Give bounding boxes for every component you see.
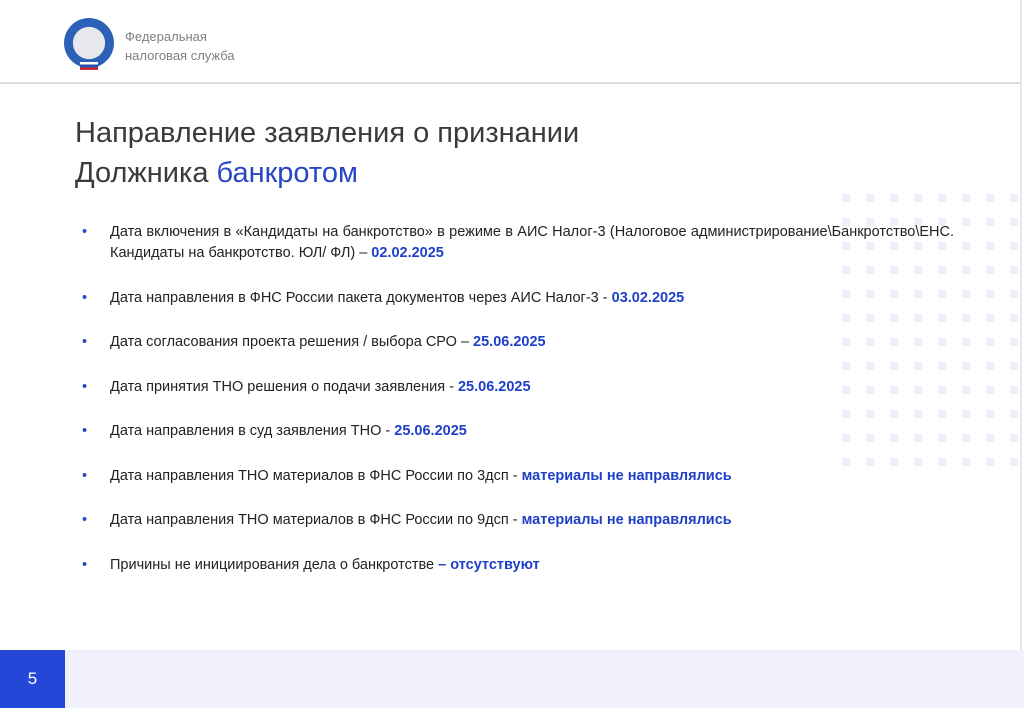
- decorative-dot: [842, 194, 850, 202]
- list-item: Дата принятия ТНО решения о подачи заявл…: [82, 377, 954, 398]
- list-item: Дата направления в суд заявления ТНО - 2…: [82, 421, 954, 442]
- decorative-dot: [1010, 314, 1018, 322]
- decorative-dot: [986, 386, 994, 394]
- decorative-dot: [1010, 290, 1018, 298]
- header: Федеральная налоговая служба: [0, 0, 1020, 84]
- item-value: 25.06.2025: [473, 334, 546, 350]
- decorative-dot: [986, 242, 994, 250]
- item-value: 25.06.2025: [457, 378, 531, 395]
- decorative-dot: [1010, 338, 1018, 346]
- item-value: 02.02.2025: [371, 245, 444, 261]
- decorative-dot: [962, 434, 970, 442]
- decorative-dot: [986, 410, 994, 418]
- decorative-dot: [1010, 386, 1018, 394]
- decorative-dot: [938, 194, 946, 202]
- item-text: Дата принятия ТНО решения о подачи заявл…: [110, 378, 458, 395]
- decorative-dot: [962, 194, 970, 202]
- decorative-dot: [890, 194, 898, 202]
- bullet-list: Дата включения в «Кандидаты на банкротст…: [82, 222, 954, 599]
- right-border: [1020, 0, 1022, 650]
- decorative-dot: [986, 314, 994, 322]
- org-name-line1: Федеральная: [125, 29, 207, 44]
- decorative-dot: [1010, 434, 1018, 442]
- item-text: Дата согласования проекта решения / выбо…: [110, 334, 474, 350]
- decorative-dot: [986, 458, 994, 466]
- list-item: Дата направления ТНО материалов в ФНС Ро…: [82, 510, 954, 531]
- decorative-dot: [962, 386, 970, 394]
- decorative-dot: [914, 194, 922, 202]
- item-text: Причины не инициирования дела о банкротс…: [110, 556, 439, 573]
- decorative-dot: [1010, 266, 1018, 274]
- decorative-dot: [962, 362, 970, 370]
- title-line1: Направление заявления о признании: [75, 117, 580, 149]
- decorative-dot: [986, 362, 994, 370]
- list-item: Дата включения в «Кандидаты на банкротст…: [82, 222, 954, 264]
- decorative-dot: [962, 266, 970, 274]
- decorative-dot: [1010, 242, 1018, 250]
- decorative-dot: [962, 242, 970, 250]
- page-number: 5: [0, 650, 65, 708]
- list-item: Причины не инициирования дела о банкротс…: [82, 555, 954, 576]
- org-name: Федеральная налоговая служба: [125, 27, 235, 65]
- decorative-dot: [1010, 362, 1018, 370]
- fns-emblem-logo: [64, 18, 114, 70]
- item-value: 25.06.2025: [394, 423, 467, 439]
- decorative-dot: [986, 434, 994, 442]
- decorative-dot: [986, 338, 994, 346]
- list-item: Дата согласования проекта решения / выбо…: [82, 332, 954, 353]
- decorative-dot: [962, 410, 970, 418]
- decorative-dot: [1010, 410, 1018, 418]
- decorative-dot: [962, 458, 970, 466]
- title-line2-plain: Должника: [75, 157, 217, 189]
- decorative-dot: [986, 194, 994, 202]
- org-name-line2: налоговая служба: [125, 48, 235, 63]
- slide-title: Направление заявления о признании Должни…: [75, 113, 579, 193]
- list-item: Дата направления в ФНС России пакета док…: [82, 288, 954, 309]
- item-text: Дата направления в суд заявления ТНО -: [110, 423, 395, 439]
- decorative-dot: [866, 194, 874, 202]
- item-text: Дата направления ТНО материалов в ФНС Ро…: [110, 512, 522, 528]
- item-value: – отсутствуют: [438, 556, 540, 573]
- decorative-dot: [1010, 218, 1018, 226]
- list-item: Дата направления ТНО материалов в ФНС Ро…: [82, 466, 954, 487]
- decorative-dot: [986, 218, 994, 226]
- decorative-dot: [1010, 458, 1018, 466]
- footer-bar: [0, 650, 1024, 708]
- item-value: материалы не направлялись: [521, 467, 732, 484]
- decorative-dot: [962, 290, 970, 298]
- item-text: Дата направления в ФНС России пакета док…: [110, 289, 612, 306]
- decorative-dot: [1010, 194, 1018, 202]
- item-value: 03.02.2025: [611, 289, 685, 306]
- item-text: Дата направления ТНО материалов в ФНС Ро…: [110, 467, 522, 484]
- item-text: Дата включения в «Кандидаты на банкротст…: [110, 224, 954, 261]
- decorative-dot: [962, 338, 970, 346]
- decorative-dot: [962, 314, 970, 322]
- title-highlight: банкротом: [216, 157, 358, 189]
- decorative-dot: [986, 290, 994, 298]
- item-value: материалы не направлялись: [521, 512, 732, 528]
- decorative-dot: [962, 218, 970, 226]
- decorative-dot: [986, 266, 994, 274]
